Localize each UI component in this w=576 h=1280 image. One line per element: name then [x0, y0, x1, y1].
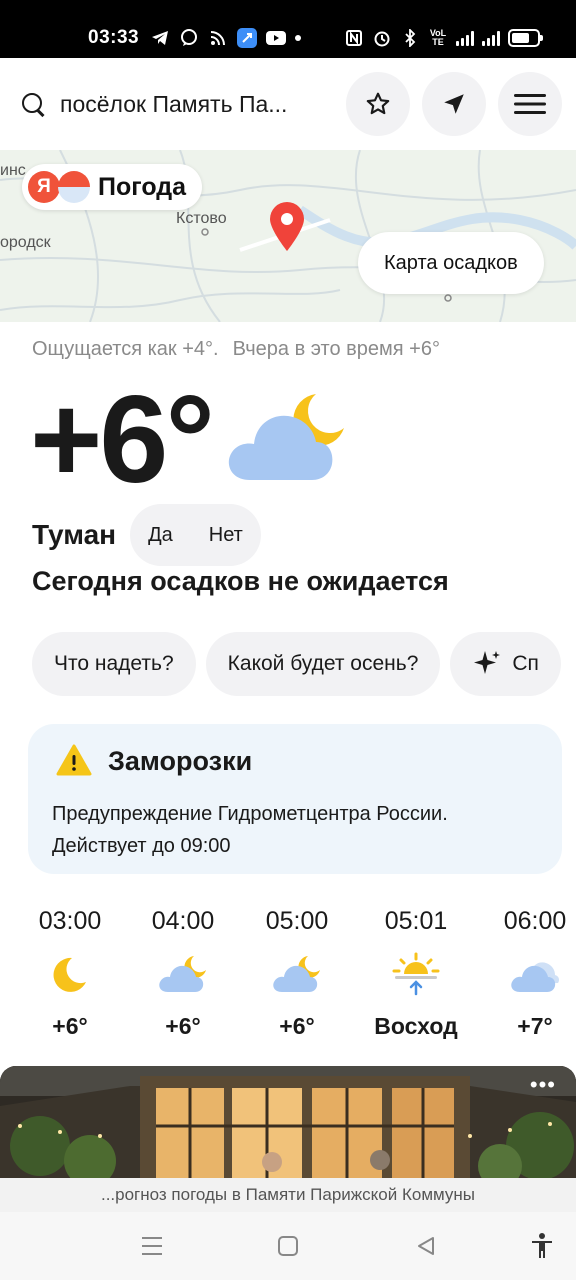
- logo-text: Погода: [98, 172, 187, 201]
- sparkle-icon: [474, 651, 501, 674]
- notification-icons: [150, 28, 301, 48]
- sunrise-icon: [392, 952, 440, 996]
- weather-alert-card[interactable]: Заморозки Предупреждение Гидрометцентра …: [28, 724, 562, 874]
- feels-like-line: Ощущается как +4°. Вчера в это время +6°: [32, 338, 440, 361]
- home-square-icon: [278, 1236, 298, 1256]
- map-label-city-2: инс: [0, 162, 26, 179]
- rss-icon: [208, 28, 228, 48]
- cloudy-icon: [511, 962, 559, 992]
- signal-2-icon: [482, 30, 500, 46]
- chip-autumn[interactable]: Какой будет осень?: [205, 632, 441, 696]
- nfc-icon: [344, 28, 364, 48]
- search-field[interactable]: посёлок Память Па...: [18, 80, 328, 128]
- favorite-button[interactable]: [346, 72, 410, 136]
- system-icons: VoL TE: [344, 28, 543, 48]
- status-time: 03:33: [88, 27, 140, 48]
- back-triangle-icon: [418, 1237, 434, 1255]
- chip-more[interactable]: Сп: [450, 632, 561, 696]
- app-header: посёлок Память Па...: [0, 58, 576, 150]
- feels-like-text: Ощущается как +4°.: [32, 338, 219, 360]
- volte-icon: VoL TE: [429, 28, 447, 47]
- no-button[interactable]: Нет: [191, 524, 261, 547]
- hour-temp: +6°: [279, 1013, 315, 1039]
- battery-fill: [512, 33, 529, 43]
- umbrella-logo-icon: [58, 171, 90, 203]
- partly-cloudy-night-icon: [273, 956, 320, 992]
- partly-cloudy-night-icon: [228, 394, 344, 480]
- alert-description: Предупреждение Гидрометцентра России. Де…: [52, 798, 448, 862]
- banner-image: [0, 1066, 576, 1178]
- hour-item: 05:00 +6°: [237, 900, 357, 1046]
- current-temperature: +6°: [30, 371, 215, 509]
- star-icon: [366, 92, 390, 115]
- condition-feedback: Да Нет: [130, 504, 261, 566]
- alert-line-2: Действует до 09:00: [52, 835, 231, 857]
- status-bar: 03:33 VoL TE: [0, 0, 576, 58]
- chat-icon: [179, 28, 199, 48]
- more-notifications-icon: [295, 35, 301, 41]
- hour-item: 06:00 +7°: [475, 900, 576, 1046]
- partly-cloudy-night-icon: [159, 956, 206, 992]
- alarm-icon: [372, 28, 392, 48]
- location-pin-icon: [270, 202, 304, 251]
- hour-item: 05:01 Восход: [356, 900, 476, 1046]
- nav-back-button[interactable]: [412, 1232, 440, 1260]
- nav-home-button[interactable]: [274, 1232, 302, 1260]
- hour-temp: +6°: [52, 1013, 88, 1039]
- condition-name: Туман: [32, 519, 117, 550]
- alert-line-1: Предупреждение Гидрометцентра России.: [52, 803, 448, 825]
- map-label-kstovo: Кстово: [176, 210, 227, 227]
- moon-icon: [53, 957, 86, 992]
- precipitation-map-button[interactable]: Карта осадков: [358, 232, 544, 294]
- hour-temp: +7°: [517, 1013, 553, 1039]
- bluetooth-icon: [400, 28, 420, 48]
- precipitation-summary: Сегодня осадков не ожидается: [32, 566, 449, 596]
- yandex-weather-logo[interactable]: Я Погода: [22, 164, 203, 210]
- hour-time: 03:00: [38, 907, 102, 935]
- map-label-city: ородск: [0, 234, 51, 251]
- accessibility-icon: [532, 1233, 552, 1258]
- page-url-bar[interactable]: ...рогноз погоды в Памяти Парижской Комм…: [0, 1178, 576, 1212]
- telegram-icon: [150, 28, 170, 48]
- app-icon: [237, 28, 257, 48]
- menu-button[interactable]: [498, 72, 562, 136]
- hour-time: 04:00: [151, 907, 215, 935]
- promo-banner[interactable]: •••: [0, 1066, 576, 1178]
- nav-recents-button[interactable]: [138, 1232, 166, 1260]
- hour-time: 06:00: [503, 907, 567, 935]
- my-location-button[interactable]: [422, 72, 486, 136]
- location-arrow-icon: [444, 94, 464, 114]
- search-icon: [18, 89, 48, 119]
- chip-more-label: Сп: [512, 652, 539, 675]
- system-navigation-bar: [0, 1212, 576, 1280]
- hour-time: 05:00: [265, 907, 329, 935]
- quick-questions: Что надеть? Какой будет осень? Сп: [32, 632, 561, 696]
- hour-temp: Восход: [374, 1013, 458, 1039]
- signal-icon: [456, 30, 474, 46]
- warning-icon: [56, 744, 92, 776]
- search-location-text: посёлок Память Па...: [60, 90, 288, 117]
- yes-button[interactable]: Да: [130, 524, 191, 547]
- banner-more-button[interactable]: •••: [530, 1072, 556, 1098]
- yesterday-text: Вчера в это время +6°: [232, 338, 440, 360]
- condition-row: Туман Да Нет: [32, 504, 261, 566]
- battery-icon: [508, 29, 543, 47]
- alert-title: Заморозки: [108, 746, 253, 776]
- menu-lines-icon: [142, 1237, 162, 1255]
- accessibility-button[interactable]: [528, 1232, 556, 1260]
- weather-map[interactable]: Я Погода Кстово ородск инс Карта осадков: [0, 150, 576, 322]
- hour-time: 05:01: [384, 907, 448, 935]
- hour-item: 03:00 +6°: [10, 900, 130, 1046]
- chip-what-to-wear[interactable]: Что надеть?: [32, 632, 196, 696]
- hour-item: 04:00 +6°: [123, 900, 243, 1046]
- yandex-logo-icon: Я: [28, 171, 60, 203]
- menu-icon: [514, 94, 546, 114]
- hourly-forecast[interactable]: 03:00 +6° 04:00 +6° 05:00 +6° 05:01 Восх…: [0, 900, 576, 1050]
- youtube-icon: [266, 28, 286, 48]
- hour-temp: +6°: [165, 1013, 201, 1039]
